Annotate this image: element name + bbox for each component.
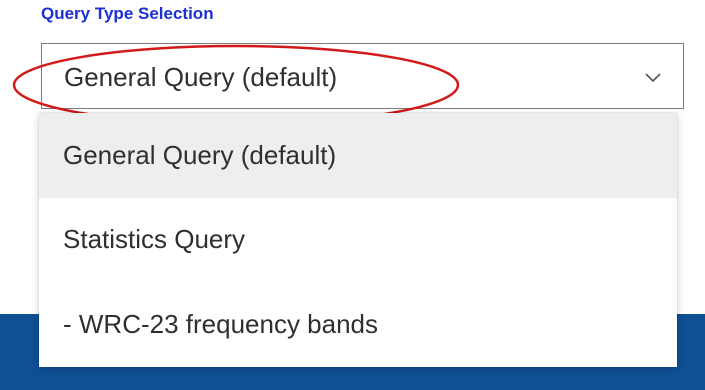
- query-type-dropdown-list: General Query (default) Statistics Query…: [39, 113, 677, 367]
- option-statistics-query[interactable]: Statistics Query: [39, 198, 677, 283]
- query-type-select[interactable]: General Query (default): [41, 43, 684, 109]
- query-type-selection-label: Query Type Selection: [41, 4, 214, 23]
- option-general-query[interactable]: General Query (default): [39, 113, 677, 198]
- option-wrc23-frequency-bands[interactable]: - WRC-23 frequency bands: [39, 282, 677, 367]
- select-current-value: General Query (default): [64, 62, 338, 92]
- chevron-down-icon: [645, 73, 661, 83]
